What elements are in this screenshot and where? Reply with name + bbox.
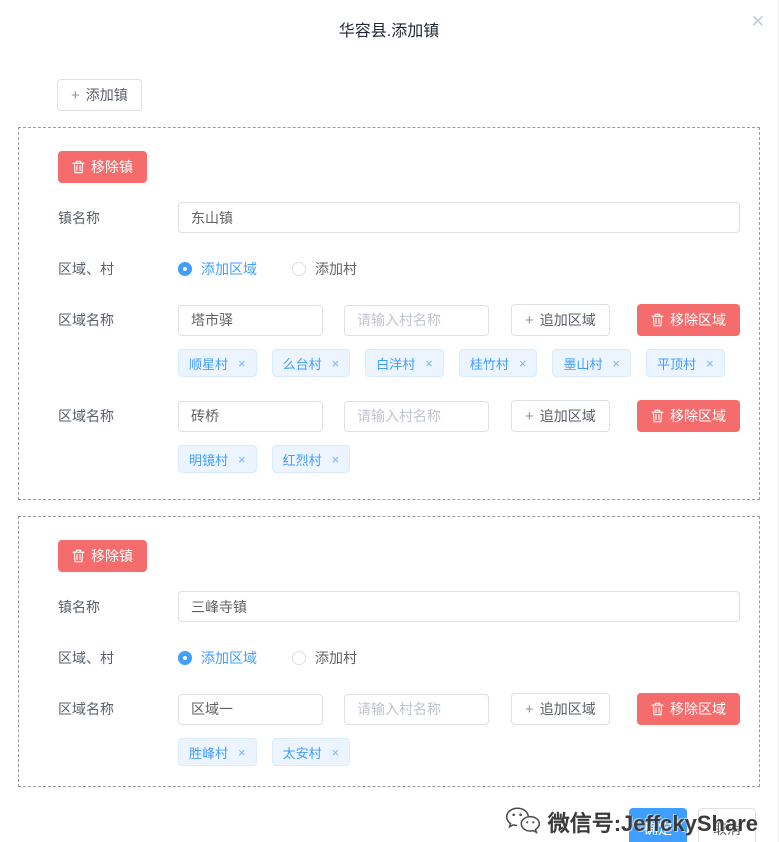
village-tag-label: 桂竹村 xyxy=(469,356,509,372)
radio-dot-icon xyxy=(178,262,192,276)
close-icon[interactable]: ✕ xyxy=(751,13,765,30)
tag-close-icon[interactable]: × xyxy=(332,746,340,759)
village-name-input[interactable] xyxy=(344,304,489,336)
village-tag-label: 红烈村 xyxy=(282,452,322,468)
remove-town-button[interactable]: 移除镇 xyxy=(58,540,147,572)
tag-close-icon[interactable]: × xyxy=(238,746,246,759)
area-village-label: 区域、村 xyxy=(58,261,114,277)
confirm-button[interactable]: 确定 xyxy=(629,808,687,842)
remove-area-button[interactable]: 移除区域 xyxy=(637,400,740,432)
town-section: 移除镇 镇名称 区域、村 添加区域 添加村 区域名称 + 追加区域 xyxy=(18,127,760,500)
area-village-label: 区域、村 xyxy=(58,650,114,666)
add-town-dialog: 华容县.添加镇 ✕ + 添加镇 移除镇 镇名称 区域、村 添加区域 添加村 xyxy=(0,0,779,842)
cancel-button[interactable]: 取消 xyxy=(698,808,756,842)
remove-town-button[interactable]: 移除镇 xyxy=(58,151,147,183)
tag-close-icon[interactable]: × xyxy=(519,357,527,370)
dialog-footer: 确定 取消 微信号:JeffckyShare xyxy=(0,787,778,842)
town-section: 移除镇 镇名称 区域、村 添加区域 添加村 区域名称 + 追加区域 xyxy=(18,516,760,787)
village-tag: 么台村 × xyxy=(271,349,351,377)
tag-close-icon[interactable]: × xyxy=(332,453,340,466)
village-tag-label: 墨山村 xyxy=(563,356,603,372)
radio-add-village-label: 添加村 xyxy=(315,261,357,277)
village-tag-label: 太安村 xyxy=(282,745,322,761)
cancel-button-label: 取消 xyxy=(713,821,741,837)
trash-icon xyxy=(651,702,664,716)
radio-add-area[interactable]: 添加区域 xyxy=(178,648,257,668)
area-name-input[interactable] xyxy=(178,400,323,432)
village-tag: 白洋村 × xyxy=(365,349,444,377)
village-tags-row: 胜峰村 × 太安村 × xyxy=(58,738,740,766)
append-area-button-label: 追加区域 xyxy=(539,701,596,717)
village-tag: 明镜村 × xyxy=(178,445,257,473)
remove-area-button-label: 移除区域 xyxy=(670,701,726,717)
village-tag-label: 胜峰村 xyxy=(189,745,229,761)
remove-area-button-label: 移除区域 xyxy=(670,408,726,424)
append-area-button[interactable]: + 追加区域 xyxy=(511,693,610,725)
village-tag-label: 么台村 xyxy=(282,356,322,372)
village-tag-label: 明镜村 xyxy=(189,452,229,468)
tag-close-icon[interactable]: × xyxy=(425,357,433,370)
tag-close-icon[interactable]: × xyxy=(238,453,246,466)
village-tag: 太安村 × xyxy=(271,738,351,766)
area-name-label: 区域名称 xyxy=(58,312,114,328)
village-tags-row: 顺星村 × 么台村 × 白洋村 × 桂竹村 × 墨山村 × 平顶村 × xyxy=(58,349,740,377)
remove-area-button-label: 移除区域 xyxy=(670,312,726,328)
village-tag-label: 白洋村 xyxy=(376,356,416,372)
village-tag: 红烈村 × xyxy=(271,445,351,473)
village-name-input[interactable] xyxy=(344,400,489,432)
village-name-input[interactable] xyxy=(344,693,489,725)
plus-icon: + xyxy=(71,86,80,104)
radio-add-area-label: 添加区域 xyxy=(201,261,257,277)
village-tag: 桂竹村 × xyxy=(458,349,538,377)
trash-icon xyxy=(651,313,664,327)
village-tag: 顺星村 × xyxy=(178,349,257,377)
village-tag-label: 平顶村 xyxy=(657,356,697,372)
town-name-input[interactable] xyxy=(178,591,740,622)
add-town-button[interactable]: + 添加镇 xyxy=(57,79,142,111)
area-name-input[interactable] xyxy=(178,304,323,336)
area-name-input[interactable] xyxy=(178,693,323,725)
dialog-title: 华容县.添加镇 xyxy=(338,23,440,40)
append-area-button-label: 追加区域 xyxy=(539,408,596,424)
radio-dot-icon xyxy=(292,651,306,665)
tag-close-icon[interactable]: × xyxy=(706,357,714,370)
append-area-button[interactable]: + 追加区域 xyxy=(511,400,610,432)
wechat-icon xyxy=(505,807,540,834)
trash-icon xyxy=(72,549,85,563)
radio-add-area-label: 添加区域 xyxy=(201,650,257,666)
radio-add-village[interactable]: 添加村 xyxy=(292,648,357,668)
tag-close-icon[interactable]: × xyxy=(238,357,246,370)
append-area-button-label: 追加区域 xyxy=(539,312,596,328)
town-name-input[interactable] xyxy=(178,202,740,233)
remove-area-button[interactable]: 移除区域 xyxy=(637,304,740,336)
confirm-button-label: 确定 xyxy=(644,821,672,837)
village-tag: 胜峰村 × xyxy=(178,738,257,766)
radio-add-area[interactable]: 添加区域 xyxy=(178,259,257,279)
trash-icon xyxy=(651,409,664,423)
add-town-button-label: 添加镇 xyxy=(85,87,128,103)
plus-icon: + xyxy=(525,407,534,425)
village-tag-label: 顺星村 xyxy=(189,356,229,372)
village-tag: 墨山村 × xyxy=(552,349,632,377)
remove-town-button-label: 移除镇 xyxy=(91,159,133,175)
village-tag: 平顶村 × xyxy=(646,349,725,377)
town-name-label: 镇名称 xyxy=(58,209,100,226)
trash-icon xyxy=(72,160,85,174)
town-name-label: 镇名称 xyxy=(58,598,100,615)
area-name-label: 区域名称 xyxy=(58,701,114,717)
remove-town-button-label: 移除镇 xyxy=(91,548,133,564)
radio-dot-icon xyxy=(292,262,306,276)
append-area-button[interactable]: + 追加区域 xyxy=(511,304,610,336)
tag-close-icon[interactable]: × xyxy=(332,357,340,370)
radio-add-village[interactable]: 添加村 xyxy=(292,259,357,279)
plus-icon: + xyxy=(525,700,534,718)
radio-add-village-label: 添加村 xyxy=(315,650,357,666)
village-tags-row: 明镜村 × 红烈村 × xyxy=(58,445,740,473)
tag-close-icon[interactable]: × xyxy=(612,357,620,370)
plus-icon: + xyxy=(525,311,534,329)
radio-dot-icon xyxy=(178,651,192,665)
remove-area-button[interactable]: 移除区域 xyxy=(637,693,740,725)
area-name-label: 区域名称 xyxy=(58,408,114,424)
